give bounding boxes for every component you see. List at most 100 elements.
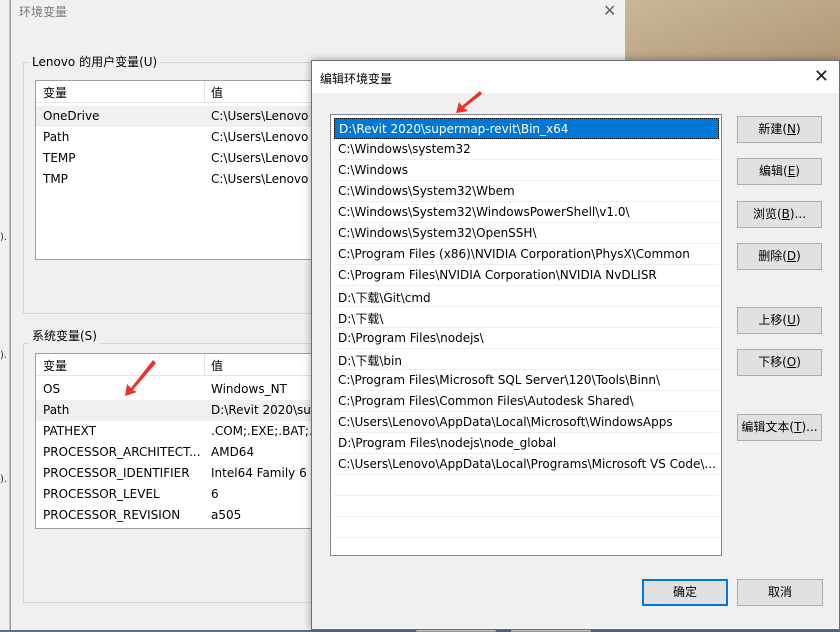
list-item[interactable]: OneDrive C:\Users\Lenovo	[36, 106, 334, 127]
variable-value: C:\Users\Lenovo	[211, 151, 309, 165]
path-text: C:\Program Files (x86)\NVIDIA Corporatio…	[338, 247, 690, 261]
red-arrow-icon	[125, 360, 156, 396]
variable-name: PATHEXT	[43, 424, 97, 438]
variable-name: PROCESSOR_ARCHITECT...	[43, 445, 201, 459]
move-down-button[interactable]: 下移(O)	[737, 349, 822, 376]
list-item[interactable]: Path D:\Revit 2020\sup	[36, 400, 334, 421]
list-item[interactable]: PROCESSOR_LEVEL 6	[36, 484, 334, 505]
path-text: C:\Users\Lenovo\AppData\Local\Programs\M…	[338, 457, 716, 471]
edit-button[interactable]: 编辑(E)	[737, 158, 822, 185]
path-text: C:\Program Files\Microsoft SQL Server\12…	[338, 373, 661, 387]
variable-value: AMD64	[211, 445, 255, 459]
close-icon[interactable]: ✕	[603, 1, 616, 20]
variable-name: TEMP	[43, 151, 76, 165]
delete-button[interactable]: 删除(D)	[737, 243, 822, 270]
empty-row	[334, 496, 719, 517]
variable-value: Intel64 Family 6 M	[211, 466, 321, 480]
column-header-variable[interactable]: 变量	[43, 357, 67, 374]
path-list-item[interactable]: D:\下载\Git\cmd	[334, 286, 719, 307]
user-variables-list[interactable]: 变量 值 OneDrive C:\Users\Lenovo Path C:\Us…	[35, 80, 335, 260]
empty-row	[334, 475, 719, 496]
path-list[interactable]: D:\Revit 2020\supermap-revit\Bin_x64 C:\W…	[330, 114, 722, 556]
path-text: D:\下载\	[338, 312, 384, 326]
variable-value: C:\Users\Lenovo	[211, 109, 309, 123]
variable-value: .COM;.EXE;.BAT;.C	[211, 424, 322, 438]
list-item[interactable]: OS Windows_NT	[36, 379, 334, 400]
path-text: C:\Windows	[338, 163, 409, 177]
path-text: C:\Users\Lenovo\AppData\Local\Microsoft\…	[338, 415, 673, 429]
dialog-title: 环境变量	[19, 5, 68, 19]
path-list-item[interactable]: C:\Windows\System32\OpenSSH\	[334, 223, 719, 244]
new-button[interactable]: 新建(N)	[737, 116, 822, 143]
variable-name: PROCESSOR_REVISION	[43, 508, 181, 522]
list-item[interactable]: Path C:\Users\Lenovo	[36, 127, 334, 148]
path-text: C:\Windows\System32\WindowsPowerShell\v1…	[338, 205, 630, 219]
list-item[interactable]: PROCESSOR_ARCHITECT... AMD64	[36, 442, 334, 463]
path-list-item[interactable]: D:\下载\bin	[334, 349, 719, 370]
path-list-item[interactable]: C:\Program Files\NVIDIA Corporation\NVID…	[334, 265, 719, 286]
user-variables-label: Lenovo 的用户变量(U)	[29, 53, 161, 70]
edit-text-button[interactable]: 编辑文本(T)...	[737, 414, 822, 441]
list-item[interactable]: PROCESSOR_REVISION a505	[36, 505, 334, 526]
empty-row	[334, 517, 719, 538]
path-text: D:\下载\bin	[338, 354, 402, 368]
column-header-variable[interactable]: 变量	[43, 84, 67, 101]
path-list-item[interactable]: C:\Program Files\Microsoft SQL Server\12…	[334, 370, 719, 391]
path-list-item[interactable]: C:\Users\Lenovo\AppData\Local\Microsoft\…	[334, 412, 719, 433]
edit-environment-variable-dialog: 编辑环境变量 ✕ D:\Revit 2020\supermap-revit\Bi…	[311, 60, 840, 630]
path-list-item[interactable]: D:\Program Files\nodejs\	[334, 328, 719, 349]
close-icon[interactable]: ✕	[814, 66, 829, 87]
path-list-item[interactable]: C:\Windows\System32\Wbem	[334, 181, 719, 202]
path-list-item[interactable]: C:\Windows	[334, 160, 719, 181]
ok-button[interactable]: 确定	[642, 579, 728, 606]
list-item[interactable]: PROCESSOR_IDENTIFIER Intel64 Family 6 M	[36, 463, 334, 484]
variable-name: PROCESSOR_LEVEL	[43, 487, 160, 501]
variable-name: Path	[43, 130, 70, 144]
path-text: C:\Program Files\Common Files\Autodesk S…	[338, 394, 634, 408]
path-text: D:\Program Files\nodejs\node_global	[338, 436, 557, 450]
path-list-item[interactable]: C:\Windows\System32\WindowsPowerShell\v1…	[334, 202, 719, 223]
list-header: 变量 值	[36, 354, 334, 376]
background-window-edge: ). ). ).	[0, 0, 10, 630]
variable-name: TMP	[43, 172, 68, 186]
titlebar: 编辑环境变量 ✕	[312, 61, 839, 93]
list-item[interactable]: TMP C:\Users\Lenovo	[36, 169, 334, 190]
path-list-item[interactable]: D:\下载\	[334, 307, 719, 328]
variable-name: OS	[43, 382, 61, 396]
column-header-value[interactable]: 值	[211, 84, 223, 101]
empty-row	[334, 538, 719, 555]
path-list-item[interactable]: C:\Windows\system32	[334, 139, 719, 160]
variable-value: Windows_NT	[211, 382, 287, 396]
browse-button[interactable]: 浏览(B)...	[737, 201, 822, 228]
path-text: C:\Program Files\NVIDIA Corporation\NVID…	[338, 268, 657, 282]
variable-value: C:\Users\Lenovo	[211, 130, 309, 144]
path-list-item[interactable]: D:\Program Files\nodejs\node_global	[334, 433, 719, 454]
column-header-value[interactable]: 值	[211, 357, 223, 374]
list-header: 变量 值	[36, 81, 334, 103]
variable-name: Path	[43, 403, 70, 417]
path-list-item[interactable]: D:\Revit 2020\supermap-revit\Bin_x64	[334, 118, 719, 139]
variable-value: D:\Revit 2020\sup	[211, 403, 319, 417]
move-up-button[interactable]: 上移(U)	[737, 307, 822, 334]
path-list-item[interactable]: C:\Users\Lenovo\AppData\Local\Programs\M…	[334, 454, 719, 475]
list-item[interactable]: PATHEXT .COM;.EXE;.BAT;.C	[36, 421, 334, 442]
path-text: C:\Windows\System32\Wbem	[338, 184, 515, 198]
variable-name: PROCESSOR_IDENTIFIER	[43, 466, 190, 480]
dialog-title: 编辑环境变量	[320, 72, 393, 86]
variable-value: a505	[211, 508, 242, 522]
red-arrow-icon	[456, 91, 482, 113]
variable-value: C:\Users\Lenovo	[211, 172, 309, 186]
system-variables-label: 系统变量(S)	[29, 327, 100, 344]
path-list-item[interactable]: C:\Program Files\Common Files\Autodesk S…	[334, 391, 719, 412]
list-item[interactable]: TEMP C:\Users\Lenovo	[36, 148, 334, 169]
variable-name: OneDrive	[43, 109, 100, 123]
path-text: D:\Revit 2020\supermap-revit\Bin_x64	[339, 122, 569, 136]
system-variables-list[interactable]: 变量 值 OS Windows_NT Path D:\Revit 2020\su…	[35, 353, 335, 529]
path-list-item[interactable]: C:\Program Files (x86)\NVIDIA Corporatio…	[334, 244, 719, 265]
cancel-button[interactable]: 取消	[737, 579, 823, 606]
path-text: D:\Program Files\nodejs\	[338, 331, 484, 345]
path-text: C:\Windows\system32	[338, 142, 471, 156]
variable-value: 6	[211, 487, 219, 501]
path-text: D:\下载\Git\cmd	[338, 291, 431, 305]
path-text: C:\Windows\System32\OpenSSH\	[338, 226, 537, 240]
